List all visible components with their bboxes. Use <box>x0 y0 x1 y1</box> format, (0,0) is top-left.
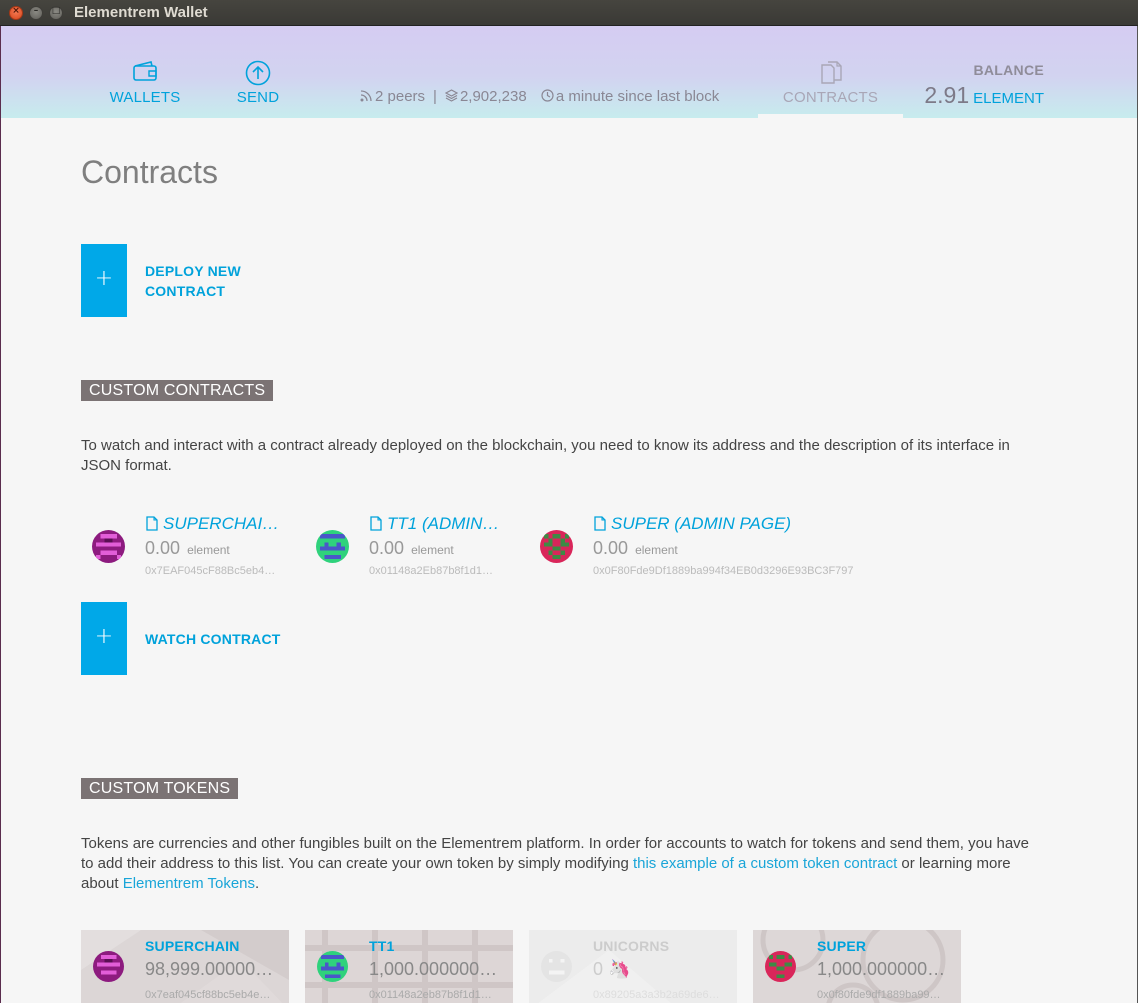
contract-balance-value: 0.00 <box>369 538 405 558</box>
token-balance: 1,000.0000000000 <box>369 959 505 979</box>
app-window: × – □ Elementrem Wallet WALLETS SEND 2 p… <box>0 0 1138 1003</box>
block-icon <box>444 89 459 106</box>
clock-icon <box>541 89 554 106</box>
token-card[interactable]: TT1 1,000.0000000000 0x01148a2eb87b8f1d1… <box>305 930 513 1003</box>
contract-balance: 0.00 element <box>145 538 230 559</box>
identicon <box>317 951 348 982</box>
close-window-button[interactable]: × <box>9 6 23 20</box>
identicon <box>93 951 124 982</box>
contracts-icon <box>818 60 844 90</box>
watch-contract-link[interactable]: WATCH CONTRACT <box>145 629 281 649</box>
deploy-contract-link[interactable]: DEPLOY NEW CONTRACT <box>145 261 241 301</box>
minimize-icon: – <box>33 6 39 16</box>
contract-item[interactable]: SUPERCHAI… 0.00 element 0x7EAF045cF88Bc5… <box>81 514 291 584</box>
custom-contracts-heading: CUSTOM CONTRACTS <box>81 380 274 401</box>
token-balance: 1,000.0000000000 <box>817 959 953 979</box>
contract-balance: 0.00 element <box>369 538 454 559</box>
custom-tokens-description: Tokens are currencies and other fungible… <box>81 834 1031 894</box>
contract-address: 0x7EAF045cF88Bc5eb4… <box>145 565 276 577</box>
custom-tokens-heading: CUSTOM TOKENS <box>81 778 239 799</box>
contract-name-text: SUPER (ADMIN PAGE) <box>611 514 792 533</box>
nav-wallets-label: WALLETS <box>109 89 181 106</box>
balance-label: BALANCE <box>973 62 1044 78</box>
contracts-page: Contracts + DEPLOY NEW CONTRACT CUSTOM C… <box>1 118 1138 1003</box>
identicon <box>765 951 796 982</box>
send-icon <box>245 60 271 90</box>
token-address: 0x89205a3a3b2a69de6… <box>593 989 720 1001</box>
contract-address: 0x0F80Fde9Df1889ba994f34EB0d3296E93BC3F7… <box>593 565 854 577</box>
network-status: 2 peers | 2,902,238 a minute since last b… <box>360 88 719 106</box>
contract-name-text: SUPERCHAI… <box>163 514 280 533</box>
token-balance: 0 🦄 <box>593 959 631 979</box>
nav-contracts[interactable]: CONTRACTS <box>758 26 903 118</box>
contract-name[interactable]: SUPERCHAI… <box>146 514 279 536</box>
title-bar: × – □ Elementrem Wallet <box>0 0 1138 26</box>
token-name: UNICORNS <box>593 938 670 954</box>
block-number: 2,902,238 <box>459 88 527 105</box>
token-address: 0x01148a2eb87b8f1d1… <box>369 989 492 1001</box>
token-balance: 98,999.00000000000 <box>145 959 281 979</box>
balance: 2.91 ELEMENT <box>924 82 1044 109</box>
window-title: Elementrem Wallet <box>74 4 208 21</box>
contract-balance-unit: element <box>635 543 678 557</box>
maximize-icon: □ <box>51 6 61 16</box>
token-name: SUPERCHAIN <box>145 938 240 954</box>
maximize-window-button[interactable]: □ <box>49 6 63 20</box>
nav-send-label: SEND <box>236 89 280 106</box>
file-icon <box>146 516 158 536</box>
contract-balance-unit: element <box>187 543 230 557</box>
contract-name[interactable]: SUPER (ADMIN PAGE) <box>594 514 791 536</box>
contract-address: 0x01148a2Eb87b8f1d1… <box>369 565 493 577</box>
identicon <box>540 530 573 563</box>
identicon <box>316 530 349 563</box>
watch-contract-button[interactable]: + <box>81 602 127 675</box>
custom-contracts-description: To watch and interact with a contract al… <box>81 437 1010 474</box>
nav-wallets[interactable]: WALLETS <box>101 26 189 118</box>
file-icon <box>594 516 606 536</box>
token-address: 0x0f80fde9df1889ba99… <box>817 989 941 1001</box>
elementrem-tokens-link[interactable]: Elementrem Tokens <box>123 875 255 892</box>
example-token-contract-link[interactable]: this example of a custom token contract <box>633 855 897 872</box>
deploy-label-line1: DEPLOY NEW <box>145 263 241 279</box>
contract-balance-value: 0.00 <box>145 538 181 558</box>
identicon <box>92 530 125 563</box>
contract-item[interactable]: SUPER (ADMIN PAGE) 0.00 element 0x0F80Fd… <box>529 514 869 584</box>
nav-contracts-label: CONTRACTS <box>782 89 879 106</box>
peers-count: 2 peers <box>375 88 426 105</box>
token-address: 0x7eaf045cf88bc5eb4e… <box>145 989 271 1001</box>
page-title: Contracts <box>81 154 218 190</box>
last-block-time: a minute since last block <box>555 88 720 105</box>
wallet-icon <box>132 60 158 86</box>
token-card[interactable]: UNICORNS 0 🦄 0x89205a3a3b2a69de6… <box>529 930 737 1003</box>
contract-balance-unit: element <box>411 543 454 557</box>
token-card[interactable]: SUPER 1,000.0000000000 0x0f80fde9df1889b… <box>753 930 961 1003</box>
app-header: WALLETS SEND 2 peers | 2,902,238 a minut… <box>1 26 1138 118</box>
token-name: SUPER <box>817 938 867 954</box>
close-icon: × <box>12 6 20 16</box>
deploy-contract-button[interactable]: + <box>81 244 127 317</box>
token-name: TT1 <box>369 938 395 954</box>
peers-icon <box>360 89 373 106</box>
minimize-window-button[interactable]: – <box>29 6 43 20</box>
token-card[interactable]: SUPERCHAIN 98,999.00000000000 0x7eaf045c… <box>81 930 289 1003</box>
tokens-desc-text: . <box>255 875 260 892</box>
contract-name-text: TT1 (ADMIN… <box>387 514 500 533</box>
balance-value: 2.91 <box>924 82 970 108</box>
contract-balance: 0.00 element <box>593 538 678 559</box>
status-divider: | <box>433 88 437 105</box>
identicon <box>541 951 572 982</box>
nav-send[interactable]: SEND <box>223 26 293 118</box>
contract-balance-value: 0.00 <box>593 538 629 558</box>
deploy-label-line2: CONTRACT <box>145 283 226 299</box>
contract-item[interactable]: TT1 (ADMIN… 0.00 element 0x01148a2Eb87b8… <box>305 514 515 584</box>
balance-unit: ELEMENT <box>973 90 1044 107</box>
file-icon <box>370 516 382 536</box>
contract-name[interactable]: TT1 (ADMIN… <box>370 514 499 536</box>
